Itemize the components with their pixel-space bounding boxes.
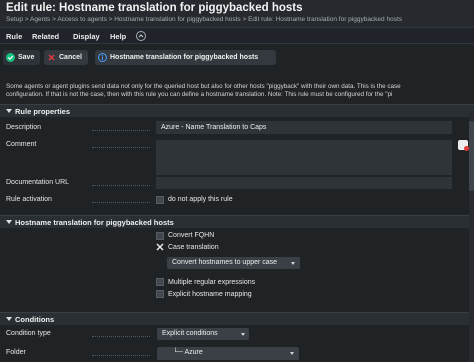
collapse-triangle-icon	[6, 220, 12, 224]
explicit-mapping-label: Explicit hostname mapping	[168, 291, 252, 298]
case-conversion-value: Convert hostnames to upper case	[172, 259, 278, 266]
description-label: Description	[6, 124, 42, 131]
save-label: Save	[18, 54, 35, 61]
page-title: Edit rule: Hostname translation for pigg…	[6, 2, 303, 14]
condition-type-select[interactable]: Explicit conditions	[157, 328, 249, 340]
label-dots	[92, 196, 150, 203]
documentation-url-input[interactable]	[156, 177, 452, 189]
save-button[interactable]: Save	[3, 50, 40, 65]
rule-activation-label: Rule activation	[6, 196, 52, 203]
collapse-triangle-icon	[6, 317, 12, 321]
section-rule-properties[interactable]: Rule properties	[0, 104, 474, 117]
intro-line-2: configuration. If that is not the case, …	[6, 91, 393, 98]
multiple-regex-checkbox[interactable]	[156, 278, 164, 286]
intro-line-1: Some agents or agent plugins send data n…	[6, 83, 401, 90]
chevron-down-icon	[241, 333, 245, 336]
menu-display[interactable]: Display	[73, 32, 100, 41]
cancel-button[interactable]: Cancel	[44, 50, 88, 65]
disable-rule-label: do not apply this rule	[168, 196, 233, 203]
intro-text: Some agents or agent plugins send data n…	[6, 83, 474, 99]
label-dots	[92, 179, 150, 186]
description-input[interactable]: Azure - Name Translation to Caps	[156, 121, 452, 134]
comment-textarea[interactable]	[156, 140, 452, 175]
case-translation-checkbox-checked[interactable]	[156, 243, 164, 251]
title-bar: Edit rule: Hostname translation for pigg…	[0, 0, 474, 27]
ruleset-info-label: Hostname translation for piggybacked hos…	[110, 54, 259, 61]
scrollbar-thumb[interactable]	[469, 121, 474, 191]
multiple-regex-label: Multiple regular expressions	[168, 279, 256, 286]
section-hostname-translation[interactable]: Hostname translation for piggybacked hos…	[0, 215, 474, 228]
scrollbar[interactable]	[469, 111, 474, 362]
info-icon	[98, 53, 107, 62]
menu-help[interactable]: Help	[110, 32, 126, 41]
convert-fqhn-label: Convert FQHN	[168, 232, 215, 239]
description-value: Azure - Name Translation to Caps	[161, 124, 267, 131]
explicit-mapping-checkbox[interactable]	[156, 290, 164, 298]
section-conditions[interactable]: Conditions	[0, 312, 474, 325]
menu-rule[interactable]: Rule	[6, 32, 22, 41]
condition-type-value: Explicit conditions	[162, 330, 218, 337]
folder-value: └─ Azure	[173, 349, 203, 356]
case-translation-label: Case translation	[168, 244, 219, 251]
close-icon	[47, 53, 56, 62]
chevron-down-icon	[290, 352, 294, 355]
convert-fqhn-checkbox[interactable]	[156, 232, 164, 240]
ruleset-info-button[interactable]: Hostname translation for piggybacked hos…	[95, 50, 276, 65]
comment-edit-icon[interactable]	[458, 140, 469, 151]
case-conversion-select[interactable]: Convert hostnames to upper case	[167, 257, 300, 269]
disable-rule-checkbox[interactable]	[156, 196, 164, 204]
breadcrumb[interactable]: Setup > Agents > Access to agents > Host…	[6, 16, 402, 23]
section-title: Conditions	[15, 315, 55, 324]
documentation-url-label: Documentation URL	[6, 179, 70, 186]
label-dots	[92, 124, 150, 131]
chevron-down-icon	[291, 262, 295, 265]
menu-related[interactable]: Related	[32, 32, 59, 41]
section-title: Hostname translation for piggybacked hos…	[15, 218, 174, 227]
folder-select[interactable]: └─ Azure	[157, 347, 299, 360]
label-dots	[92, 330, 150, 337]
folder-label: Folder	[6, 349, 26, 356]
toolbar: Save Cancel Hostname translation for pig…	[0, 45, 474, 73]
check-circle-icon	[6, 53, 15, 62]
menu-bar: Rule Related Display Help	[0, 27, 474, 44]
collapse-triangle-icon	[6, 109, 12, 113]
cancel-label: Cancel	[59, 54, 82, 61]
collapse-menu-icon[interactable]	[136, 31, 146, 41]
condition-type-label: Condition type	[6, 330, 51, 337]
label-dots	[92, 141, 150, 148]
section-title: Rule properties	[15, 107, 71, 116]
comment-label: Comment	[6, 141, 37, 148]
label-dots	[92, 349, 150, 356]
